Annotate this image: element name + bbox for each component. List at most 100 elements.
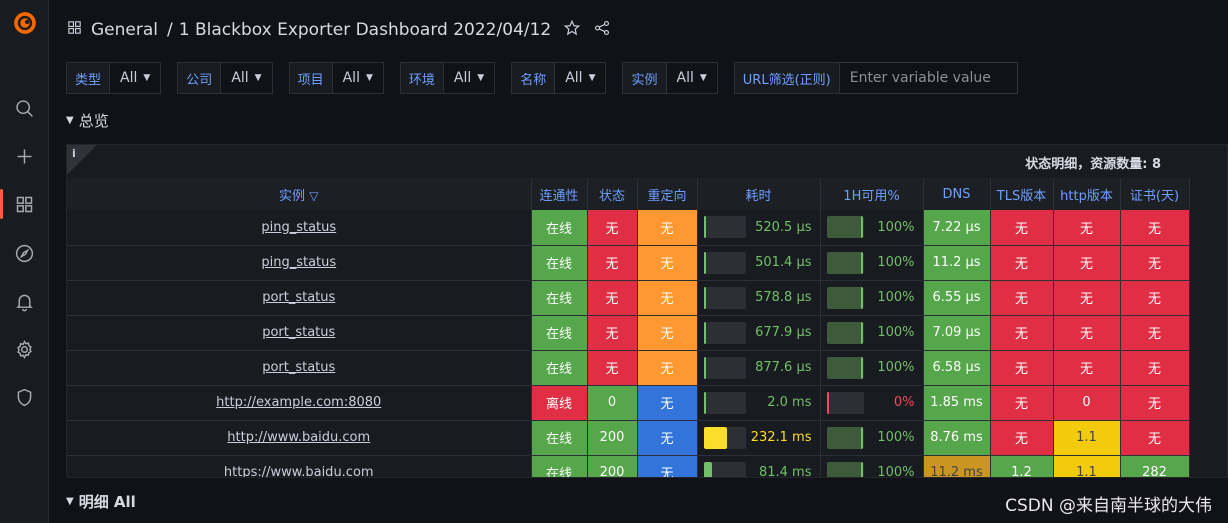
variable-instance: 实例 All ▼ <box>622 62 718 94</box>
instance-link[interactable]: https://www.baidu.com <box>67 455 532 477</box>
chevron-down-icon: ▼ <box>66 115 74 126</box>
latency-value: 877.6 μs <box>755 360 812 375</box>
dns-cell: 11.2 μs <box>923 245 991 281</box>
status-cell: 0 <box>587 385 638 421</box>
filter-icon[interactable]: ▽ <box>309 189 318 203</box>
chevron-down-icon: ▼ <box>588 73 596 83</box>
star-icon[interactable] <box>551 19 581 42</box>
header-instance-label: 实例 <box>279 188 306 204</box>
tls-cell: 无 <box>990 315 1054 351</box>
connect-cell: 在线 <box>531 245 588 281</box>
instance-link[interactable]: ping_status <box>67 245 532 281</box>
http-cell: 1.1 <box>1053 420 1121 456</box>
latency-cell: 81.4 ms <box>697 455 821 478</box>
connect-cell: 在线 <box>531 420 588 456</box>
uptime-value: 0% <box>893 395 915 410</box>
latency-bar-fill <box>703 461 712 477</box>
redirect-cell: 无 <box>637 350 698 386</box>
uptime-bar <box>826 251 864 274</box>
tls-cell: 无 <box>990 420 1054 456</box>
row-detail[interactable]: ▼ 明细 All <box>66 491 136 512</box>
header-latency[interactable]: 耗时 <box>697 178 821 210</box>
uptime-bar <box>826 426 864 449</box>
latency-value: 81.4 ms <box>758 465 812 478</box>
connect-cell: 在线 <box>531 315 588 351</box>
uptime-value: 100% <box>877 290 915 305</box>
url-filter-input[interactable]: Enter variable value <box>839 62 1018 94</box>
panel-title: 状态明细，资源数量: 8 <box>1025 153 1161 172</box>
dashboard-title[interactable]: 1 Blackbox Exporter Dashboard 2022/04/12 <box>179 20 551 40</box>
latency-value: 520.5 μs <box>755 219 812 235</box>
resource-count: 8 <box>1151 157 1161 172</box>
variable-value: All <box>342 70 360 86</box>
uptime-cell: 100% <box>820 455 924 477</box>
variable-select[interactable]: All ▼ <box>110 62 162 94</box>
variable-value: All <box>565 70 583 86</box>
variable-select[interactable]: All ▼ <box>221 62 273 94</box>
connect-cell: 在线 <box>531 455 588 477</box>
header-cert[interactable]: 证书(天) <box>1120 178 1190 210</box>
instance-link[interactable]: port_status <box>67 350 532 386</box>
variable-select[interactable]: All ▼ <box>555 62 607 94</box>
redirect-cell: 无 <box>637 245 698 281</box>
info-icon[interactable]: i <box>72 147 76 160</box>
breadcrumb-folder[interactable]: General <box>91 20 158 40</box>
instance-link[interactable]: port_status <box>67 315 532 351</box>
plus-icon[interactable] <box>0 140 49 172</box>
latency-bar <box>703 461 746 477</box>
variable-select[interactable]: All ▼ <box>332 62 384 94</box>
dns-cell: 8.76 ms <box>923 420 991 456</box>
dns-cell: 7.09 μs <box>923 315 991 351</box>
dashboard-header: General / 1 Blackbox Exporter Dashboard … <box>66 14 611 46</box>
uptime-bar <box>826 321 864 344</box>
tls-cell: 1.2 <box>990 455 1054 477</box>
cert-cell: 无 <box>1120 245 1190 281</box>
uptime-bar <box>826 391 864 414</box>
latency-bar <box>703 286 746 309</box>
search-icon[interactable] <box>0 92 49 124</box>
header-redirect[interactable]: 重定向 <box>637 178 698 210</box>
instance-link[interactable]: port_status <box>67 280 532 316</box>
latency-bar <box>703 356 746 379</box>
variable-type: 类型 All ▼ <box>66 62 162 94</box>
latency-value: 677.9 μs <box>755 325 812 340</box>
row-overview-title: 总览 <box>78 112 109 130</box>
uptime-bar-fill <box>826 321 863 344</box>
status-cell: 无 <box>587 210 638 246</box>
http-cell: 0 <box>1053 385 1121 421</box>
settings-gear-icon[interactable] <box>0 333 49 365</box>
redirect-cell: 无 <box>637 385 698 421</box>
cert-cell: 无 <box>1120 385 1190 421</box>
instance-link[interactable]: ping_status <box>67 210 532 246</box>
explore-compass-icon[interactable] <box>0 237 49 269</box>
variable-label: 实例 <box>622 62 667 94</box>
variable-select[interactable]: All ▼ <box>443 62 496 94</box>
cert-cell: 无 <box>1120 210 1190 246</box>
header-connect[interactable]: 连通性 <box>531 178 588 210</box>
header-tls[interactable]: TLS版本 <box>990 178 1054 210</box>
instance-link[interactable]: http://www.baidu.com <box>67 420 532 456</box>
dashboards-icon[interactable] <box>0 188 49 220</box>
share-icon[interactable] <box>581 19 611 42</box>
variable-label: 名称 <box>511 62 556 94</box>
variable-url-filter: URL筛选(正则) Enter variable value <box>733 62 1018 94</box>
grafana-logo-icon[interactable] <box>0 7 49 39</box>
instance-link[interactable]: http://example.com:8080 <box>67 385 532 421</box>
header-instance[interactable]: 实例 ▽ <box>67 178 532 210</box>
header-dns[interactable]: DNS <box>923 178 991 210</box>
redirect-cell: 无 <box>637 210 698 246</box>
latency-bar <box>703 321 746 344</box>
latency-bar-fill <box>703 216 706 239</box>
latency-bar <box>703 216 746 239</box>
uptime-bar-fill <box>826 461 863 477</box>
dns-cell: 11.2 ms <box>923 455 991 477</box>
shield-icon[interactable] <box>0 381 49 413</box>
header-http[interactable]: http版本 <box>1053 178 1121 210</box>
latency-cell: 2.0 ms <box>697 385 821 421</box>
table-row: ping_status 在线无无 501.4 μs 100% 11.2 μs 无无无 <box>67 245 1190 281</box>
alerting-bell-icon[interactable] <box>0 285 49 317</box>
header-uptime[interactable]: 1H可用% <box>820 178 924 210</box>
variable-select[interactable]: All ▼ <box>666 62 718 94</box>
header-status[interactable]: 状态 <box>587 178 638 210</box>
row-overview[interactable]: ▼ 总览 <box>66 110 109 131</box>
